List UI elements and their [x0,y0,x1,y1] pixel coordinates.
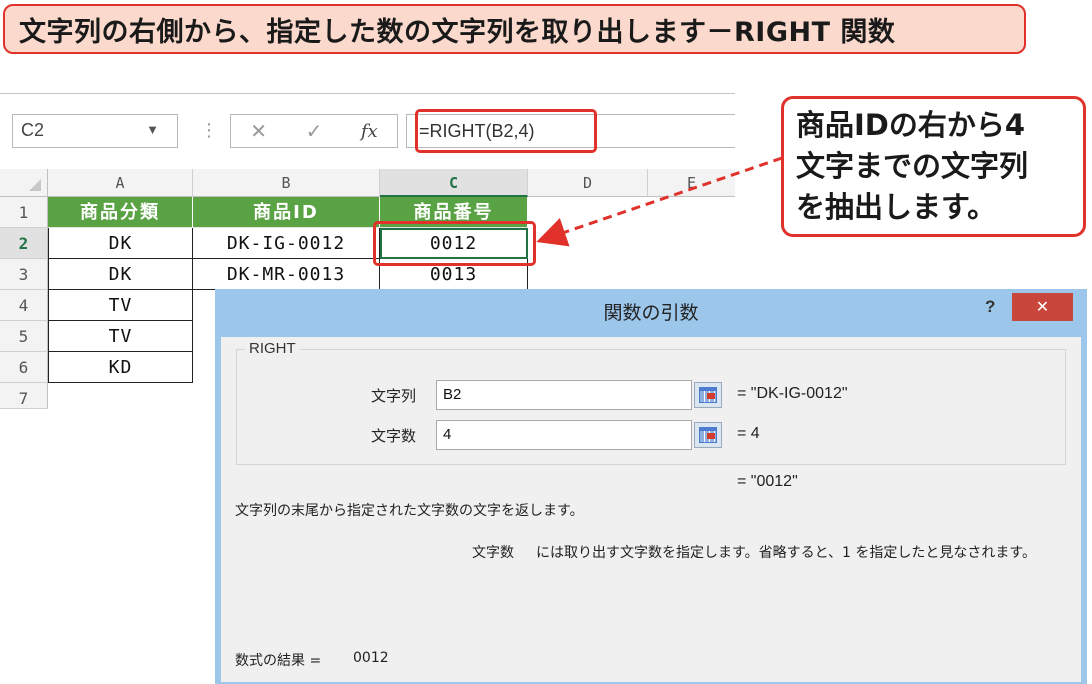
arg-result-text: = "DK-IG-0012" [737,385,848,402]
close-button[interactable]: ✕ [1012,293,1073,321]
callout-line: 商品IDの右から4 [796,108,1026,142]
row-header-5[interactable]: 5 [0,321,48,352]
cell-a4[interactable]: TV [48,290,193,321]
cell-b2[interactable]: DK-IG-0012 [193,228,380,259]
drag-handle-icon[interactable]: ⋮ [200,120,218,141]
row-header-3[interactable]: 3 [0,259,48,290]
formula-result-value: 0012 [353,650,389,666]
row-header-7[interactable]: 7 [0,383,48,409]
cell-a6[interactable]: KD [48,352,193,383]
range-select-icon[interactable] [694,382,722,408]
callout-line: を抽出します。 [796,190,997,224]
title-banner: 文字列の右側から、指定した数の文字列を取り出します－RIGHT 関数 [3,4,1026,54]
explanation-callout: 商品IDの右から4 文字までの文字列 を抽出します。 [781,96,1086,237]
row-header-1[interactable]: 1 [0,197,48,228]
enter-icon[interactable]: ✓ [306,119,323,143]
cell-a3[interactable]: DK [48,259,193,290]
dialog-title: 関数の引数 [603,302,699,324]
cell-a2[interactable]: DK [48,228,193,259]
header-cell-product-id[interactable]: 商品ID [193,197,380,228]
row-header-2[interactable]: 2 [0,228,48,259]
help-button[interactable]: ? [985,297,995,317]
cell-b3[interactable]: DK-MR-0013 [193,259,380,290]
header-cell-category[interactable]: 商品分類 [48,197,193,228]
row-header-6[interactable]: 6 [0,352,48,383]
arg-help-text: には取り出す文字数を指定します。省略すると、1 を指定したと見なされます。 [536,545,1036,561]
name-box[interactable]: C2 ▼ [12,114,178,148]
row-header-4[interactable]: 4 [0,290,48,321]
function-result: = "0012" [737,473,798,490]
arg-input-text[interactable]: B2 [436,380,692,410]
arg-input-num-chars[interactable]: 4 [436,420,692,450]
column-header-b[interactable]: B [193,169,380,197]
arg-help-name: 文字数 [472,545,514,561]
cell-a5[interactable]: TV [48,321,193,352]
callout-line: 文字までの文字列 [796,149,1029,183]
cancel-icon[interactable]: ✕ [250,119,267,143]
arg-result-num-chars: = 4 [737,425,760,442]
column-header-c[interactable]: C [380,169,528,197]
arguments-group: RIGHT 文字列 B2 = "DK-IG-0012" 文字数 4 = 4 [236,340,1066,465]
function-arguments-dialog: 関数の引数 ? ✕ RIGHT 文字列 B2 = "DK-IG-0012" 文字… [215,289,1087,684]
formula-highlight [415,109,597,153]
formula-buttons: ✕ ✓ fx [230,114,398,148]
chevron-down-icon[interactable]: ▼ [146,122,159,137]
arg-label-text: 文字列 [371,387,417,405]
function-description: 文字列の末尾から指定された文字数の文字を返します。 [235,503,584,519]
formula-result-label: 数式の結果 = [235,653,322,669]
arg-label-num-chars: 文字数 [371,427,417,445]
column-header-a[interactable]: A [48,169,193,197]
dialog-body: RIGHT 文字列 B2 = "DK-IG-0012" 文字数 4 = 4 = … [221,337,1081,682]
select-all-corner[interactable] [0,169,48,197]
name-box-value: C2 [21,120,45,140]
insert-function-icon[interactable]: fx [361,121,378,142]
result-cell-highlight [373,221,536,266]
range-select-icon[interactable] [694,422,722,448]
callout-arrow [536,156,783,247]
function-name: RIGHT [245,340,300,357]
